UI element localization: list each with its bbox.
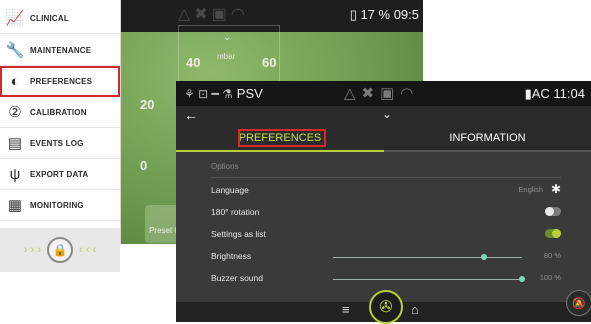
lock-arrows-right: ‹ ‹ ‹ <box>79 244 97 256</box>
language-row[interactable]: Language English ✱ <box>211 180 561 202</box>
rotation-toggle[interactable] <box>545 207 561 216</box>
buzzer-label: Buzzer sound <box>211 273 263 283</box>
menu-item-label: MONITORING <box>30 200 84 210</box>
background-alarm-icons: △✖▣◠ <box>178 6 249 23</box>
settings-list-label: Settings as list <box>211 229 266 239</box>
preferences-icon: ◐ <box>10 72 20 90</box>
menu-item-label: CALIBRATION <box>30 107 87 117</box>
menu-item-label: PREFERENCES <box>30 76 93 86</box>
rotation-label: 180° rotation <box>211 207 260 217</box>
menu-icon[interactable]: ≡ <box>342 302 350 317</box>
scale-0: 0 <box>140 158 148 173</box>
alarm-status-icons: △✖▣◠ <box>344 85 420 102</box>
options-divider <box>211 177 561 178</box>
buzzer-slider-handle[interactable] <box>519 276 525 282</box>
back-arrow-icon[interactable]: ← <box>184 107 198 123</box>
chart-icon: 📈 <box>5 10 25 27</box>
grid-icon: ▦ <box>7 197 23 214</box>
rotation-row: 180° rotation <box>211 202 561 224</box>
tab-information[interactable]: INFORMATION <box>384 126 591 152</box>
menu-item-label: MAINTENANCE <box>30 45 92 55</box>
gauge-chevron-icon: ⌄ <box>223 32 232 43</box>
menu-item-calibration[interactable]: ② CALIBRATION <box>0 97 120 128</box>
menu-item-events-log[interactable]: ▤ EVENTS LOG <box>0 128 120 159</box>
brightness-value: 80 % <box>543 251 561 260</box>
language-value: English <box>518 185 543 194</box>
settings-list-row: Settings as list <box>211 224 561 246</box>
menu-item-maintenance[interactable]: 🔧 MAINTENANCE <box>0 35 120 66</box>
settings-menu: 📈 CLINICAL 🔧 MAINTENANCE ◐ PREFERENCES ②… <box>0 0 121 244</box>
brightness-slider-handle[interactable] <box>481 254 488 260</box>
brightness-slider[interactable] <box>333 257 522 258</box>
gauge-left-value: 40 <box>186 55 201 70</box>
tab-information-label: INFORMATION <box>449 132 526 144</box>
language-label: Language <box>211 185 249 195</box>
tab-highlight-box <box>238 129 326 147</box>
chevron-down-icon[interactable]: ⌄ <box>382 107 392 121</box>
lock-icon[interactable]: 🔒 <box>47 237 73 263</box>
buzzer-value: 100 % <box>539 273 561 282</box>
gauge-right-value: 60 <box>262 55 277 70</box>
usb-icon: ψ <box>9 165 21 183</box>
menu-item-clinical[interactable]: 📈 CLINICAL <box>0 3 120 34</box>
tab-bar: PREFERENCES INFORMATION <box>176 126 591 152</box>
wrench-icon: 🔧 <box>5 42 25 59</box>
calibration-icon: ② <box>8 104 22 121</box>
buzzer-row: Buzzer sound 100 % <box>211 268 561 290</box>
clipboard-icon: ▤ <box>7 135 23 152</box>
menu-item-preferences[interactable]: ◐ PREFERENCES <box>0 66 120 97</box>
brightness-label: Brightness <box>211 251 252 261</box>
settings-list-toggle[interactable] <box>545 229 561 238</box>
ventilation-mode: ⚘ ⊡ ━ ⚗ PSV <box>184 86 263 101</box>
lock-slider[interactable]: › › › 🔒 ‹ ‹ ‹ <box>0 228 120 272</box>
nav-bar: ← ⌄ <box>176 106 591 126</box>
home-icon[interactable]: ⌂ <box>411 302 419 317</box>
preferences-dialog: ⚘ ⊡ ━ ⚗ PSV △✖▣◠ ▮AC 11:04 ← ⌄ PREFERENCE… <box>176 81 591 324</box>
status-bar: ⚘ ⊡ ━ ⚗ PSV △✖▣◠ ▮AC 11:04 <box>176 81 591 106</box>
mode-icons: ⚘ ⊡ ━ ⚗ <box>184 87 233 101</box>
bottom-bar: ≡ ✇ ⌂ 🔕 <box>176 290 591 324</box>
gear-icon[interactable]: ✱ <box>551 182 561 196</box>
gauge-unit: mbar <box>217 52 236 61</box>
brightness-row: Brightness 80 % <box>211 246 561 268</box>
power-time: ▮AC 11:04 <box>524 86 585 101</box>
background-battery-text: 17 % 09:5 <box>360 7 419 22</box>
toggle-knob <box>545 207 554 216</box>
buzzer-slider[interactable] <box>333 279 522 280</box>
scale-20: 20 <box>140 97 155 112</box>
menu-item-label: EVENTS LOG <box>30 138 84 148</box>
menu-item-monitoring[interactable]: ▦ MONITORING <box>0 190 120 221</box>
fan-icon[interactable]: ✇ <box>369 290 403 324</box>
background-battery-status: ▯ 17 % 09:5 <box>349 7 419 22</box>
options-header: Options <box>211 162 239 171</box>
alarm-mute-icon[interactable]: 🔕 <box>566 290 591 316</box>
toggle-knob <box>552 229 561 238</box>
menu-item-label: EXPORT DATA <box>30 169 89 179</box>
mode-label: PSV <box>236 86 263 101</box>
options-panel: Options Language English ✱ 180° rotation… <box>176 152 591 302</box>
menu-item-label: CLINICAL <box>30 13 69 23</box>
lock-arrows-left: › › › <box>23 244 41 256</box>
preset-label: Preset 0 <box>149 226 179 235</box>
time-label: AC 11:04 <box>531 86 585 101</box>
menu-item-export-data[interactable]: ψ EXPORT DATA <box>0 159 120 190</box>
